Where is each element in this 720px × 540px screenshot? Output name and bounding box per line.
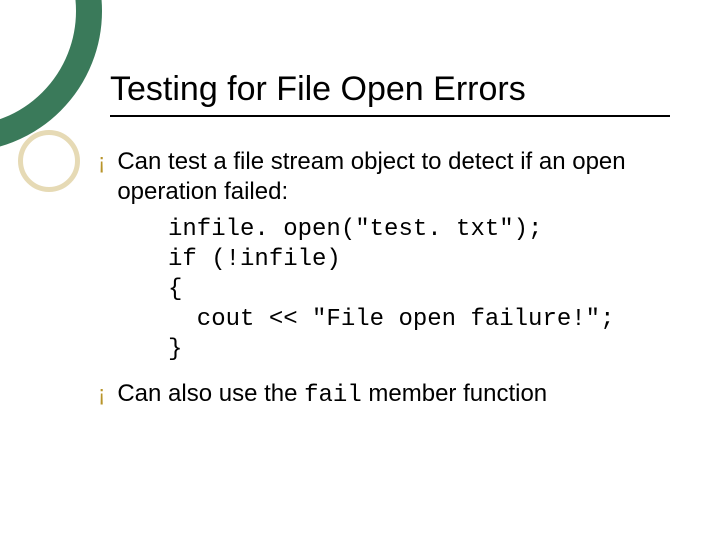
bullet-item-1: ¡ Can test a file stream object to detec… [98, 147, 680, 207]
bullet-item-2: ¡ Can also use the fail member function [98, 379, 680, 411]
code-block: infile. open("test. txt"); if (!infile) … [168, 215, 680, 365]
bullet2-pre: Can also use the [117, 380, 304, 407]
bullet2-post: member function [362, 380, 547, 407]
bullet-text-1: Can test a file stream object to detect … [117, 147, 680, 207]
bullet2-code: fail [304, 382, 362, 409]
bullet-icon: ¡ [98, 379, 105, 409]
title-underline [110, 115, 670, 117]
slide-container: Testing for File Open Errors ¡ Can test … [0, 0, 720, 540]
page-title: Testing for File Open Errors [110, 70, 680, 109]
bullet-icon: ¡ [98, 147, 105, 177]
bullet-text-2: Can also use the fail member function [117, 379, 547, 411]
